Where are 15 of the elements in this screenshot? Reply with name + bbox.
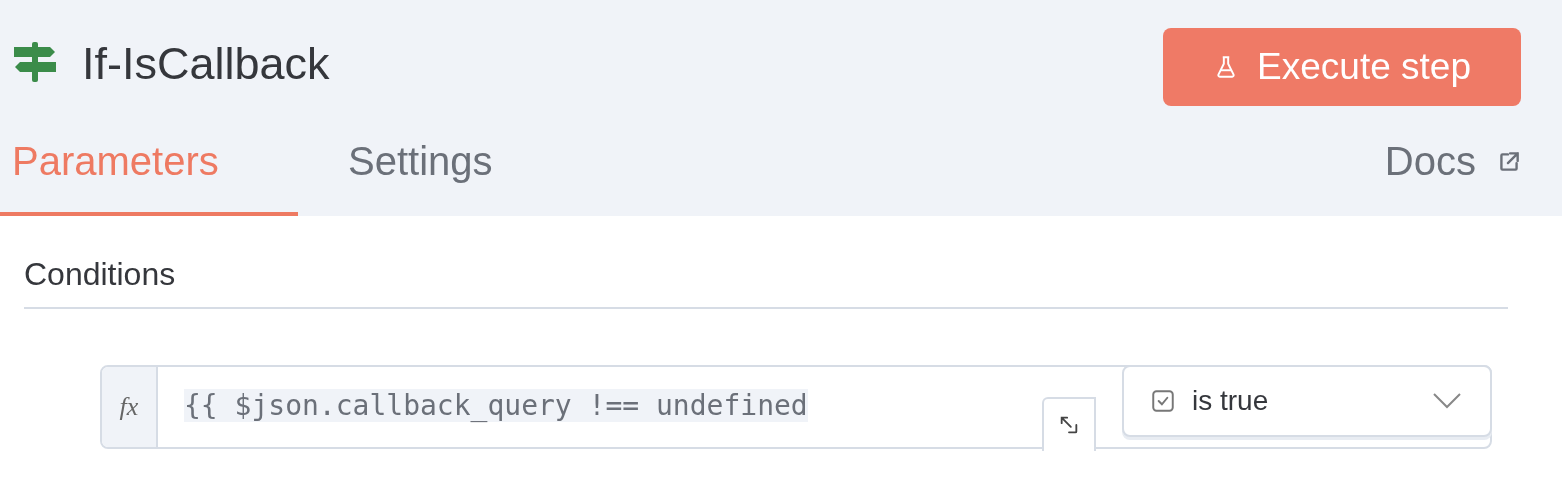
operator-select[interactable]: is true — [1122, 365, 1492, 437]
expression-field[interactable]: fx {{ $json.callback_query !== undefined is true — [100, 365, 1492, 449]
expression-prefix: fx — [102, 367, 158, 447]
section-title: Conditions — [24, 256, 177, 293]
expand-icon — [1058, 414, 1080, 436]
checkbox-icon — [1150, 388, 1176, 414]
docs-link[interactable]: Docs — [1384, 139, 1522, 216]
expression-text: {{ $json.callback_query !== undefined — [184, 389, 808, 422]
tab[interactable]: Settings — [336, 139, 634, 216]
execute-step-button[interactable]: Execute step — [1163, 28, 1521, 106]
tab[interactable]: Parameters — [0, 139, 298, 216]
chevron-down-icon — [1432, 392, 1462, 410]
signpost-icon — [12, 42, 58, 82]
node-title: If-IsCallback — [82, 38, 330, 90]
expand-button[interactable] — [1042, 397, 1096, 451]
